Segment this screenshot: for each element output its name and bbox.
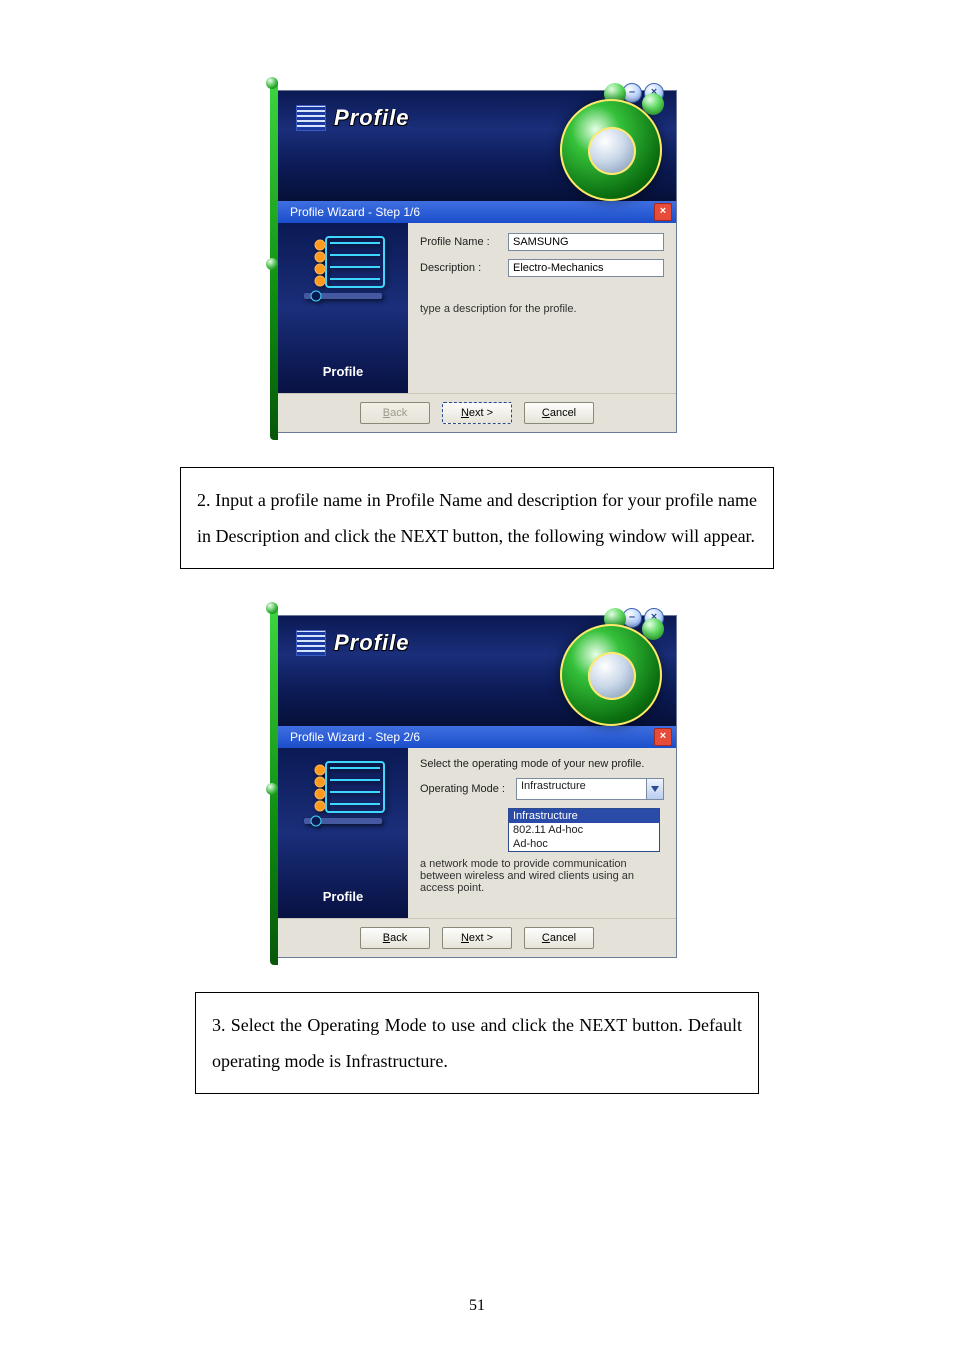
profile-name-input[interactable]	[508, 233, 664, 251]
operating-mode-dropdown[interactable]: Infrastructure 802.11 Ad-hoc Ad-hoc	[508, 808, 660, 852]
page-number: 51	[0, 1297, 954, 1315]
wizard-form-area: Profile Name : Description : type a desc…	[408, 223, 676, 393]
orb-core-icon	[588, 127, 636, 175]
profile-app-icon	[296, 630, 326, 656]
cancel-button[interactable]: Cancel	[524, 927, 594, 949]
ornament-dot-icon	[266, 77, 278, 89]
wizard-side-panel: Profile	[278, 748, 408, 918]
back-button: Back	[360, 402, 430, 424]
wizard-step-title: Profile Wizard - Step 2/6	[290, 726, 420, 748]
wizard-close-button[interactable]: ×	[654, 203, 672, 221]
operating-mode-value: Infrastructure	[521, 780, 586, 792]
profile-wizard-step1-window: Profile – × Profile Wizard - Step 1/6 ×	[277, 90, 677, 433]
banner-title: Profile	[334, 105, 409, 131]
window-left-ornament	[270, 608, 278, 965]
wizard-side-panel: Profile	[278, 223, 408, 393]
wizard-help-text: a network mode to provide communication …	[420, 858, 664, 894]
wizard-form-area: Select the operating mode of your new pr…	[408, 748, 676, 918]
instruction-step-2: 2. Input a profile name in Profile Name …	[180, 467, 774, 569]
wizard-button-row: Back Next > Cancel	[278, 393, 676, 432]
operating-mode-label: Operating Mode :	[420, 783, 508, 795]
window-banner: Profile – ×	[278, 616, 676, 726]
banner-orb-graphic: – ×	[560, 85, 670, 205]
dropdown-option-infrastructure[interactable]: Infrastructure	[509, 809, 659, 823]
window-banner: Profile – ×	[278, 91, 676, 201]
wizard-close-button[interactable]: ×	[654, 728, 672, 746]
description-label: Description :	[420, 262, 500, 274]
ornament-dot-icon	[266, 602, 278, 614]
banner-title: Profile	[334, 630, 409, 656]
back-button[interactable]: Back	[360, 927, 430, 949]
side-panel-label: Profile	[323, 364, 363, 379]
ornament-dot-icon	[266, 258, 278, 270]
wizard-button-row: Back Next > Cancel	[278, 918, 676, 957]
profile-app-icon	[296, 105, 326, 131]
next-button[interactable]: Next >	[442, 927, 512, 949]
dropdown-option-80211-adhoc[interactable]: 802.11 Ad-hoc	[509, 823, 659, 837]
profile-wizard-step2-window: Profile – × Profile Wizard - Step 2/6 ×	[277, 615, 677, 958]
cancel-button[interactable]: Cancel	[524, 402, 594, 424]
wizard-step-title: Profile Wizard - Step 1/6	[290, 201, 420, 223]
profile-name-label: Profile Name :	[420, 236, 500, 248]
operating-mode-combobox[interactable]: Infrastructure	[516, 778, 664, 800]
profile-side-graphic-icon	[298, 758, 388, 828]
instruction-step-3: 3. Select the Operating Mode to use and …	[195, 992, 759, 1094]
dropdown-option-adhoc[interactable]: Ad-hoc	[509, 837, 659, 851]
wizard-help-text: type a description for the profile.	[420, 303, 664, 315]
side-panel-label: Profile	[323, 889, 363, 904]
banner-orb-graphic: – ×	[560, 610, 670, 730]
description-input[interactable]	[508, 259, 664, 277]
wizard-intro-text: Select the operating mode of your new pr…	[420, 758, 664, 770]
next-button[interactable]: Next >	[442, 402, 512, 424]
ornament-dot-icon	[266, 783, 278, 795]
window-left-ornament	[270, 83, 278, 440]
profile-side-graphic-icon	[298, 233, 388, 303]
chevron-down-icon	[646, 779, 663, 799]
orb-core-icon	[588, 652, 636, 700]
